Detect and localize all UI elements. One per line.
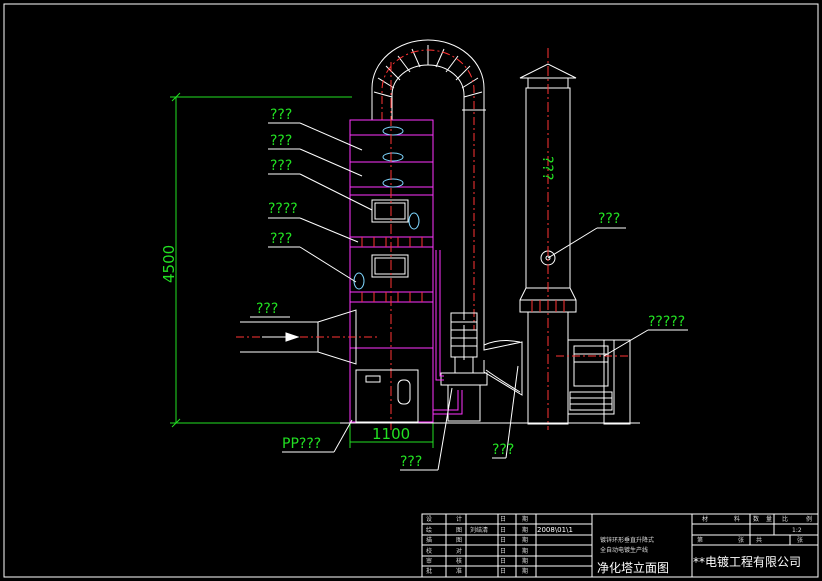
tb-project-line-2: 全自动电镀生产线	[600, 547, 649, 554]
tb-sheet-total: 共	[756, 537, 763, 544]
tb-row-trace-sub: 图	[456, 537, 463, 544]
tb-date-label-2: 日	[500, 527, 507, 534]
tb-qty-label: 数	[753, 516, 760, 523]
tb-date-label-3: 日	[500, 537, 507, 544]
tb-row-check-sub: 对	[456, 548, 463, 555]
spray-nozzles	[353, 126, 420, 290]
tb-qty-label-2: 量	[766, 516, 773, 523]
dimension-width: 1100	[372, 425, 411, 443]
leader-lines	[250, 122, 688, 471]
dimension-height: 4500	[160, 244, 178, 283]
tb-date-label-5b: 期	[522, 558, 529, 565]
label-packing-layer: ???	[270, 231, 293, 247]
tb-sheet-unit: 张	[738, 537, 745, 544]
tb-scale-label-2: 例	[806, 516, 813, 523]
duct-centerline	[381, 49, 475, 330]
packing-grid-lower	[361, 292, 423, 302]
inlet-arrow	[262, 332, 300, 342]
tb-row-approve-sub: 准	[456, 568, 463, 575]
tb-row-approve: 批	[426, 568, 433, 575]
tb-scale-label: 比	[782, 516, 789, 523]
tb-scale-value: 1:2	[792, 527, 802, 534]
tb-date-label-4: 日	[500, 548, 507, 555]
height-dimension	[170, 92, 352, 428]
elbow-duct	[371, 39, 485, 120]
tb-project-line-1: 镀锌环形垂直升降式	[600, 537, 655, 544]
tb-row-draw: 绘	[426, 527, 433, 534]
tb-sheet-no: 第	[697, 537, 704, 544]
label-air-inlet: ???	[256, 301, 279, 317]
tb-row-review-sub: 核	[456, 558, 463, 565]
label-duct: ???	[492, 442, 515, 458]
tb-row-design-sub: 计	[456, 516, 463, 523]
tb-row-draw-sub: 图	[456, 527, 463, 534]
label-inspection-window: ????	[268, 201, 298, 217]
tb-material-label: 材	[702, 516, 709, 523]
tb-sheet-unit-2: 张	[797, 537, 804, 544]
tb-date-label-4b: 期	[522, 548, 529, 555]
tb-drawing-title: 净化塔立面图	[597, 561, 670, 575]
tb-company: **电镀工程有限公司	[693, 555, 802, 569]
label-pump: ???	[400, 454, 423, 470]
drawing-border	[3, 3, 819, 578]
tb-date-label-2b: 期	[522, 527, 529, 534]
label-exhaust-stack: ???	[539, 156, 555, 182]
tb-date-label-1b: 期	[522, 516, 529, 523]
tb-material-label-2: 料	[734, 516, 741, 523]
tb-row-review: 审	[426, 558, 433, 565]
fan-motor	[567, 339, 631, 425]
tb-row-design: 设	[426, 516, 433, 523]
elevation-drawing	[3, 3, 819, 578]
tb-date-label-5: 日	[500, 558, 507, 565]
label-spray-layer-2: ???	[270, 133, 293, 149]
label-spray-layer-1: ???	[270, 107, 293, 123]
tb-date-value: 2008\01\1	[537, 526, 573, 534]
label-stack-port: ???	[598, 211, 621, 227]
tb-date-label-6: 日	[500, 568, 507, 575]
label-fan: ?????	[648, 314, 686, 330]
tb-row-trace: 描	[426, 537, 433, 544]
water-tank	[355, 369, 419, 423]
tb-drafter-name: 刘结清	[470, 527, 489, 534]
packing-grid-upper	[361, 237, 423, 247]
inspection-windows	[371, 199, 409, 278]
tb-date-label-1: 日	[500, 516, 507, 523]
label-tank-material: PP???	[282, 436, 322, 452]
tb-row-check: 校	[426, 548, 433, 555]
tb-date-label-6b: 期	[522, 568, 529, 575]
tb-date-label-3b: 期	[522, 537, 529, 544]
label-spray-layer-3: ???	[270, 158, 293, 174]
